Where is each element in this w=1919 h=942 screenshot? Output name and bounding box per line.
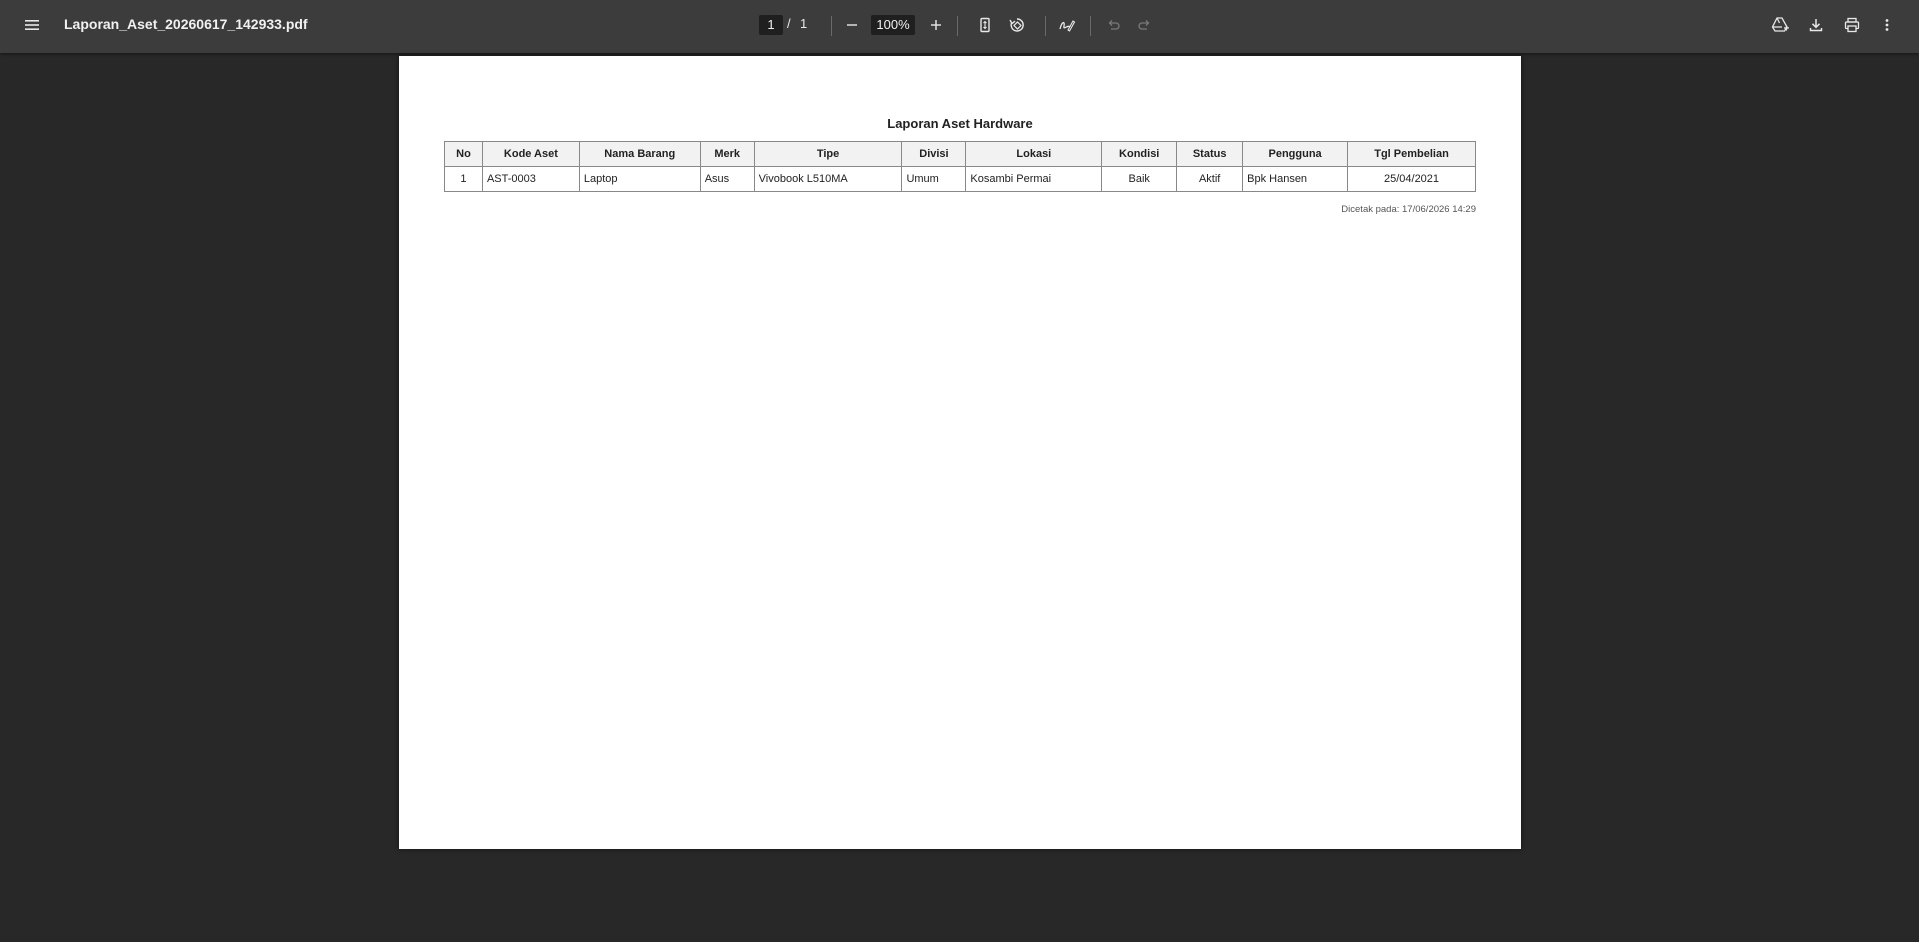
column-header-pengguna: Pengguna xyxy=(1242,141,1349,167)
column-header-lokasi: Lokasi xyxy=(965,141,1103,167)
print-button[interactable] xyxy=(1836,9,1868,41)
cell-tgl-pembelian: 25/04/2021 xyxy=(1347,166,1476,192)
minus-icon xyxy=(844,17,860,33)
print-icon xyxy=(1843,16,1861,34)
toolbar-divider xyxy=(1045,16,1046,36)
cell-lokasi: Kosambi Permai xyxy=(965,166,1103,192)
cell-nama-barang: Laptop xyxy=(578,166,701,192)
column-header-no: No xyxy=(444,141,483,167)
table-header-row: No Kode Aset Nama Barang Merk Tipe Divis… xyxy=(444,141,1476,167)
printed-timestamp: Dicetak pada: 17/06/2026 14:29 xyxy=(1341,204,1476,215)
cell-tipe: Vivobook L510MA xyxy=(753,166,903,192)
cell-no: 1 xyxy=(444,166,483,192)
cell-kondisi: Baik xyxy=(1101,166,1178,192)
column-header-tipe: Tipe xyxy=(753,141,903,167)
toolbar-divider xyxy=(957,16,958,36)
report-title: Laporan Aset Hardware xyxy=(887,116,1033,131)
column-header-kode-aset: Kode Aset xyxy=(481,141,580,167)
zoom-input[interactable]: 100% xyxy=(871,15,915,35)
column-header-divisi: Divisi xyxy=(901,141,967,167)
document-title: Laporan_Aset_20260617_142933.pdf xyxy=(64,16,308,32)
zoom-out-button[interactable] xyxy=(836,9,868,41)
more-vert-icon xyxy=(1879,17,1895,33)
document-viewer[interactable]: Laporan Aset Hardware No Kode Aset Nama … xyxy=(0,53,1919,942)
column-header-kondisi: Kondisi xyxy=(1101,141,1178,167)
rotate-icon xyxy=(1008,16,1026,34)
zoom-in-button[interactable] xyxy=(920,9,952,41)
fit-page-icon xyxy=(976,16,994,34)
cell-divisi: Umum xyxy=(901,166,967,192)
annotate-button[interactable] xyxy=(1051,9,1083,41)
pdf-toolbar: Laporan_Aset_20260617_142933.pdf 1 / 1 1… xyxy=(0,0,1919,53)
draw-icon xyxy=(1058,16,1076,34)
pdf-page: Laporan Aset Hardware No Kode Aset Nama … xyxy=(399,56,1521,849)
fit-page-button[interactable] xyxy=(969,9,1001,41)
undo-icon xyxy=(1105,17,1121,33)
asset-table: No Kode Aset Nama Barang Merk Tipe Divis… xyxy=(444,141,1476,192)
add-to-drive-button[interactable] xyxy=(1764,9,1796,41)
redo-button[interactable] xyxy=(1129,9,1161,41)
plus-icon xyxy=(928,17,944,33)
rotate-button[interactable] xyxy=(1001,9,1033,41)
page-total: 1 xyxy=(800,16,808,31)
page-separator: / xyxy=(787,16,791,31)
column-header-tgl-pembelian: Tgl Pembelian xyxy=(1347,141,1476,167)
menu-icon[interactable] xyxy=(16,9,48,41)
add-to-drive-icon xyxy=(1770,15,1790,35)
column-header-merk: Merk xyxy=(699,141,755,167)
column-header-status: Status xyxy=(1176,141,1244,167)
cell-status: Aktif xyxy=(1176,166,1244,192)
page-number-input[interactable]: 1 xyxy=(759,15,783,35)
more-options-button[interactable] xyxy=(1871,9,1903,41)
table-row: 1 AST-0003 Laptop Asus Vivobook L510MA U… xyxy=(444,166,1476,192)
cell-pengguna: Bpk Hansen xyxy=(1242,166,1349,192)
column-header-nama-barang: Nama Barang xyxy=(578,141,701,167)
cell-kode-aset: AST-0003 xyxy=(481,166,580,192)
toolbar-divider xyxy=(831,16,832,36)
cell-merk: Asus xyxy=(699,166,755,192)
undo-button[interactable] xyxy=(1097,9,1129,41)
download-icon xyxy=(1807,16,1825,34)
redo-icon xyxy=(1137,17,1153,33)
download-button[interactable] xyxy=(1800,9,1832,41)
toolbar-divider xyxy=(1090,16,1091,36)
